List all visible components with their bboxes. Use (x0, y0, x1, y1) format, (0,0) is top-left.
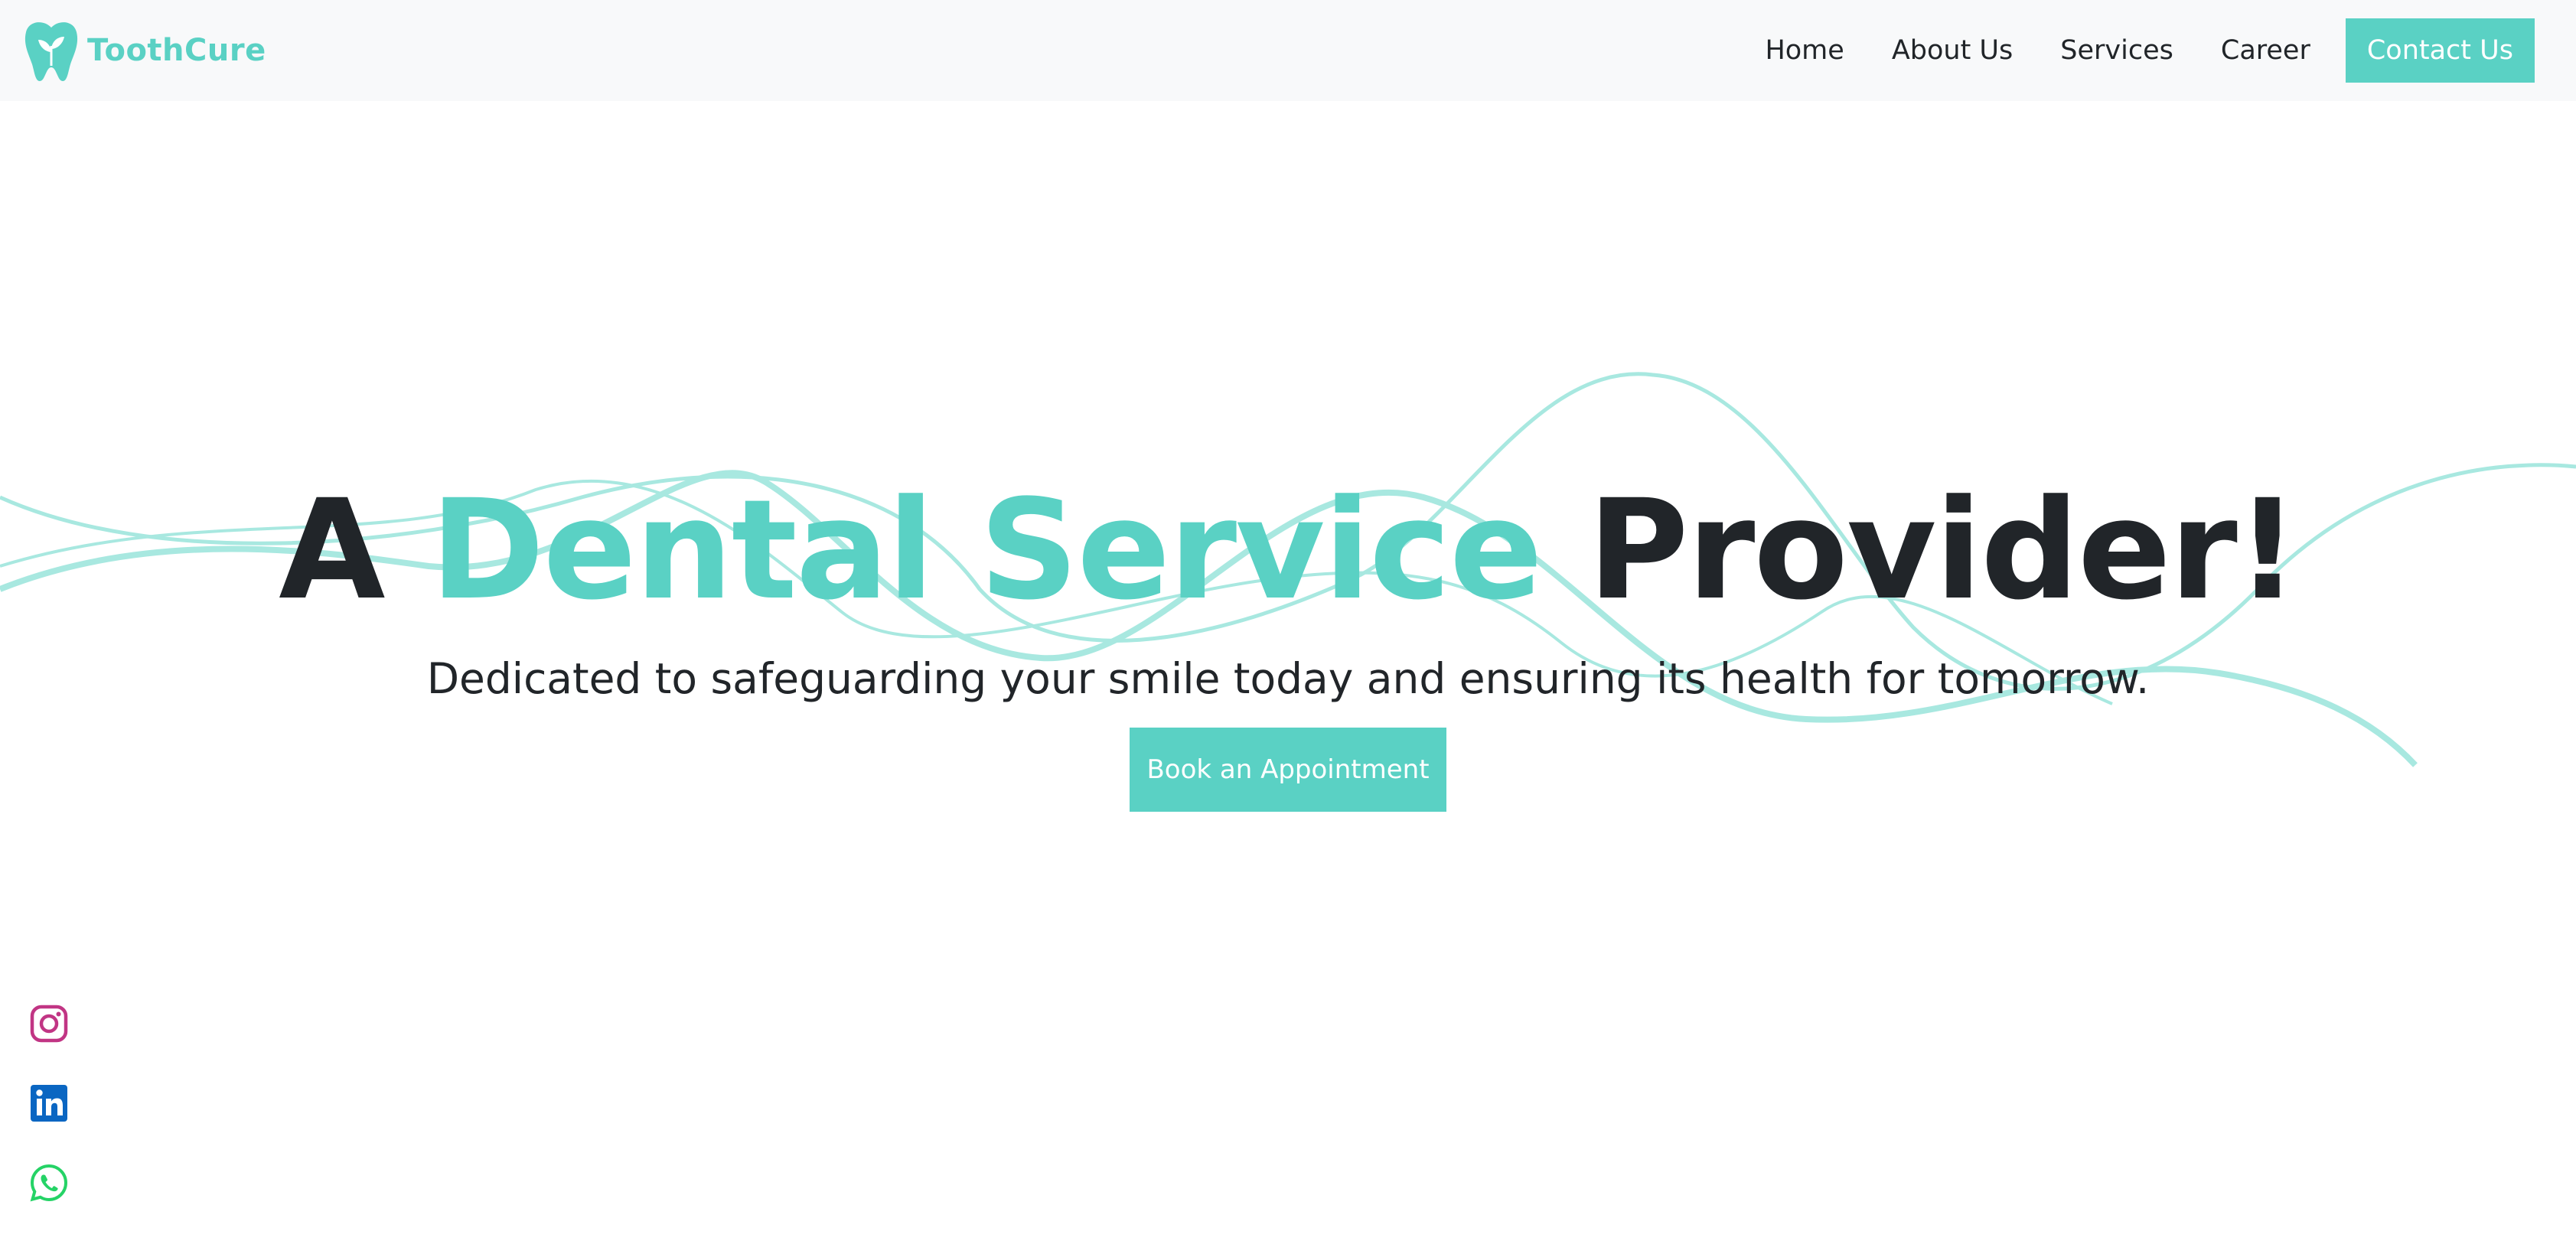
navbar: ToothCure Home About Us Services Career … (0, 0, 2576, 101)
nav-links: Home About Us Services Career Contact Us (1717, 18, 2535, 83)
hero-title-suffix: Provider! (1541, 471, 2299, 630)
nav-services[interactable]: Services (2060, 35, 2173, 66)
whatsapp-icon (30, 1164, 68, 1202)
book-appointment-button[interactable]: Book an Appointment (1130, 728, 1446, 812)
whatsapp-link[interactable] (29, 1163, 69, 1203)
nav-about-us[interactable]: About Us (1892, 35, 2013, 66)
linkedin-link[interactable] (29, 1083, 69, 1123)
hero-title-accent: Dental Service (430, 471, 1543, 630)
tooth-leaf-icon (24, 22, 78, 81)
linkedin-icon (31, 1085, 67, 1122)
contact-us-button[interactable]: Contact Us (2345, 18, 2535, 83)
instagram-icon (30, 1005, 68, 1043)
hero-title: A Dental Service Provider! (0, 467, 2576, 635)
hero-subtitle: Dedicated to safeguarding your smile tod… (426, 654, 2150, 703)
nav-career[interactable]: Career (2221, 35, 2310, 66)
brand-name: ToothCure (87, 33, 266, 68)
hero-title-prefix: A (279, 471, 431, 630)
social-links (29, 1004, 70, 1242)
nav-home[interactable]: Home (1765, 35, 1844, 66)
brand-link[interactable]: ToothCure (23, 18, 266, 83)
instagram-link[interactable] (29, 1004, 69, 1044)
